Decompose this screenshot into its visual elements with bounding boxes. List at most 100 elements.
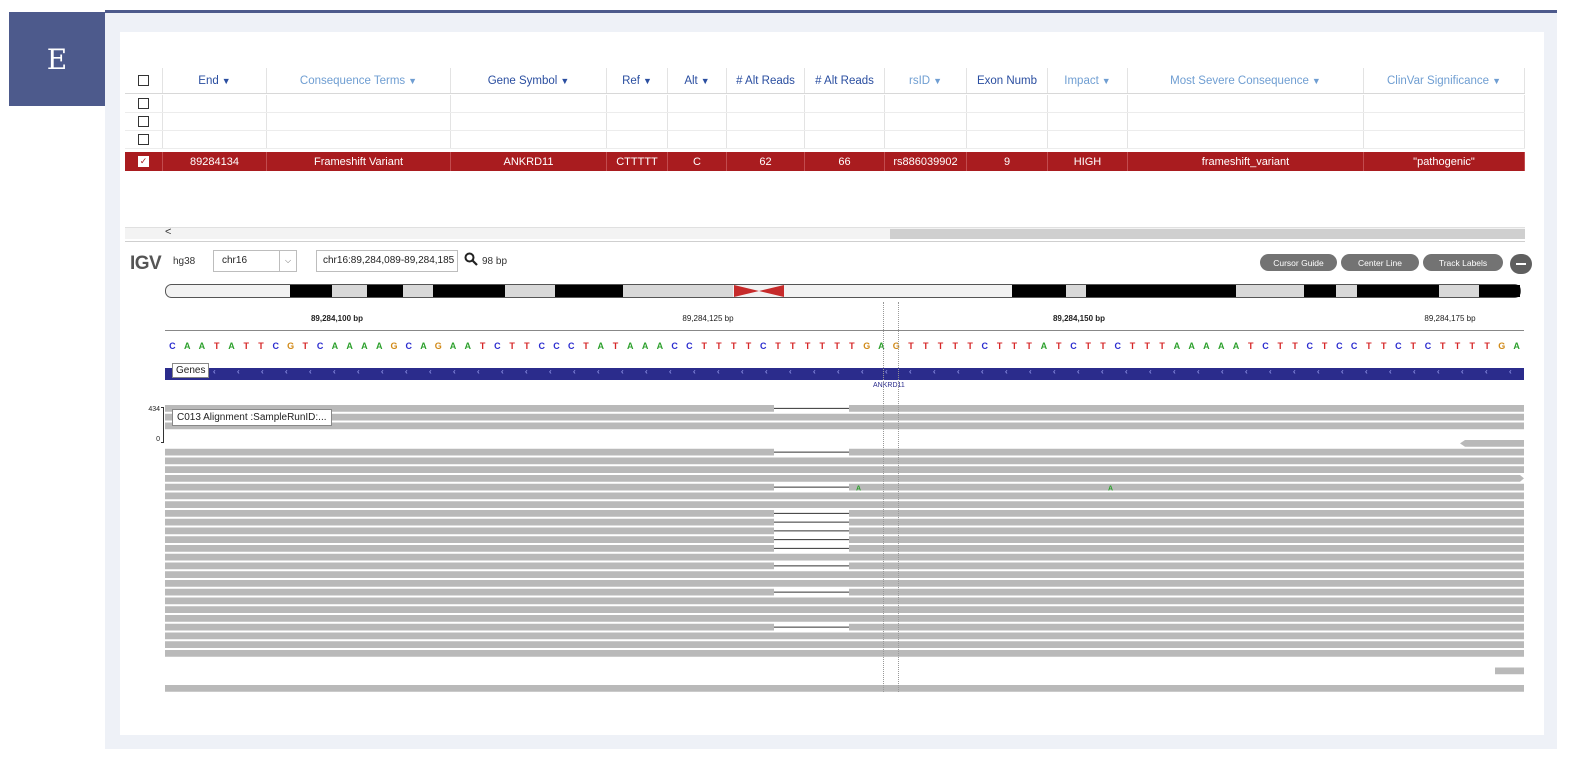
column-header[interactable]: Gene Symbol ▼ bbox=[451, 68, 607, 93]
table-row[interactable] bbox=[125, 113, 1525, 131]
coverage-bracket bbox=[161, 407, 164, 443]
search-icon[interactable] bbox=[464, 252, 478, 266]
column-header-label: Consequence Terms bbox=[299, 74, 406, 87]
filter-icon[interactable]: ▼ bbox=[1102, 76, 1111, 86]
column-header[interactable]: Most Severe Consequence ▼ bbox=[1128, 68, 1364, 93]
strand-chevron-icon: ‹ bbox=[957, 367, 960, 376]
filter-icon[interactable]: ▼ bbox=[408, 76, 417, 86]
filter-icon[interactable]: ▼ bbox=[1312, 76, 1321, 86]
table-row[interactable] bbox=[125, 131, 1525, 149]
sequence-base: T bbox=[303, 341, 309, 351]
sequence-base: T bbox=[524, 341, 530, 351]
column-header[interactable]: # Alt Reads bbox=[727, 68, 805, 93]
track-labels-button[interactable]: Track Labels bbox=[1423, 254, 1503, 271]
strand-chevron-icon: ‹ bbox=[1173, 367, 1176, 376]
zoom-out-icon[interactable] bbox=[1510, 254, 1532, 274]
ruler-tick-label: 89,284,175 bp bbox=[1424, 314, 1476, 323]
table-cell: frameshift_variant bbox=[1128, 152, 1364, 171]
cursor-guide-button[interactable]: Cursor Guide bbox=[1260, 254, 1337, 271]
sequence-base: A bbox=[465, 341, 472, 351]
center-line-button[interactable]: Center Line bbox=[1341, 254, 1419, 271]
table-cell: 66 bbox=[805, 152, 885, 171]
row-checkbox[interactable] bbox=[138, 134, 149, 145]
select-all-checkbox[interactable] bbox=[138, 75, 149, 86]
column-header[interactable]: End ▼ bbox=[163, 68, 267, 93]
sequence-base: A bbox=[199, 341, 206, 351]
aligned-read bbox=[849, 588, 1524, 596]
column-header[interactable]: Alt ▼ bbox=[668, 68, 727, 93]
column-header-label: Alt bbox=[684, 74, 698, 87]
sequence-base: T bbox=[834, 341, 840, 351]
checkbox-cell bbox=[125, 131, 163, 148]
sequence-base: T bbox=[1248, 341, 1254, 351]
strand-chevron-icon: ‹ bbox=[1221, 367, 1224, 376]
filter-icon[interactable]: ▼ bbox=[933, 76, 942, 86]
column-header[interactable]: # Alt Reads bbox=[805, 68, 885, 93]
app-content: End ▼ Consequence Terms ▼ Gene Symbol ▼ Ref ▼ Al… bbox=[120, 32, 1544, 735]
filter-icon[interactable]: ▼ bbox=[222, 76, 231, 86]
sequence-base: C bbox=[553, 341, 560, 351]
column-header[interactable]: rsID ▼ bbox=[885, 68, 967, 93]
scroll-left-icon[interactable]: < bbox=[165, 226, 171, 238]
read-row bbox=[165, 588, 1524, 596]
sequence-base: T bbox=[716, 341, 722, 351]
genes-track[interactable]: ‹ ‹ ‹ ‹ ‹ ‹ ‹ ‹ ‹ ‹ ‹ ‹ ‹ ‹ ‹ ‹ ‹ ‹ ‹ ‹ ‹ ‹ ‹ ‹ ‹ ‹ ‹ ‹ ‹ ‹ ‹ ‹ ‹ ‹ ‹ ‹ ‹ ‹ ‹ ‹… bbox=[165, 367, 1524, 380]
sequence-base: A bbox=[1218, 341, 1225, 351]
column-header[interactable]: Ref ▼ bbox=[607, 68, 668, 93]
checkbox-cell bbox=[125, 113, 163, 130]
chromosome-select[interactable]: chr16 ⌵ bbox=[213, 250, 297, 272]
aligned-read bbox=[849, 536, 1524, 543]
column-header-label: rsID bbox=[908, 74, 931, 87]
horizontal-scrollbar[interactable]: < bbox=[125, 226, 1525, 239]
strand-chevron-icon: ‹ bbox=[1293, 367, 1296, 376]
strand-chevron-icon: ‹ bbox=[1005, 367, 1008, 376]
sequence-base: G bbox=[1498, 341, 1505, 351]
sequence-base: A bbox=[642, 341, 649, 351]
column-header[interactable]: Impact ▼ bbox=[1048, 68, 1128, 93]
aligned-read bbox=[165, 448, 774, 456]
filter-icon[interactable]: ▼ bbox=[1492, 76, 1501, 86]
column-header-label: Impact bbox=[1064, 74, 1099, 87]
aligned-read bbox=[165, 553, 1524, 561]
alignment-track[interactable]: AA bbox=[165, 405, 1524, 705]
filter-icon[interactable]: ▼ bbox=[701, 76, 710, 86]
sequence-base: T bbox=[214, 341, 220, 351]
aligned-read bbox=[165, 422, 1524, 430]
read-row bbox=[165, 457, 1524, 465]
aligned-read bbox=[165, 632, 1524, 640]
column-header[interactable]: Exon Numb bbox=[967, 68, 1048, 93]
strand-chevron-icon: ‹ bbox=[405, 367, 408, 376]
row-checkbox[interactable] bbox=[138, 116, 149, 127]
strand-chevron-icon: ‹ bbox=[909, 367, 912, 376]
sequence-base: T bbox=[1100, 341, 1106, 351]
chevron-down-icon[interactable]: ⌵ bbox=[279, 251, 296, 271]
aligned-read bbox=[1495, 667, 1524, 675]
table-row-selected[interactable]: ✓ 89284134 Frameshift Variant ANKRD11 CTTTTT… bbox=[125, 152, 1525, 171]
filter-icon[interactable]: ▼ bbox=[560, 76, 569, 86]
sequence-base: C bbox=[317, 341, 324, 351]
aligned-read bbox=[849, 518, 1524, 526]
sequence-base: C bbox=[1425, 341, 1432, 351]
sequence-base: T bbox=[1440, 341, 1446, 351]
coverage-min-label: 0 bbox=[156, 436, 160, 443]
strand-chevron-icon: ‹ bbox=[1245, 367, 1248, 376]
row-checkbox[interactable]: ✓ bbox=[138, 156, 149, 167]
scrollbar-thumb[interactable] bbox=[890, 229, 1525, 239]
genome-label[interactable]: hg38 bbox=[173, 256, 195, 267]
filter-icon[interactable]: ▼ bbox=[643, 76, 652, 86]
strand-chevron-icon: ‹ bbox=[789, 367, 792, 376]
locus-search-input[interactable]: chr16:89,284,089-89,284,185 bbox=[316, 250, 458, 272]
sequence-base: T bbox=[509, 341, 515, 351]
sequence-base: C bbox=[169, 341, 176, 351]
strand-chevron-icon: ‹ bbox=[261, 367, 264, 376]
column-header[interactable]: ClinVar Significance ▼ bbox=[1364, 68, 1525, 93]
table-row[interactable] bbox=[125, 95, 1525, 113]
sequence-base: C bbox=[1336, 341, 1343, 351]
read-row bbox=[165, 553, 1524, 561]
sequence-base: C bbox=[1262, 341, 1269, 351]
chromosome-ideogram[interactable] bbox=[165, 284, 1521, 298]
aligned-read bbox=[165, 501, 1524, 508]
row-checkbox[interactable] bbox=[138, 98, 149, 109]
column-header[interactable]: Consequence Terms ▼ bbox=[267, 68, 451, 93]
read-row bbox=[165, 448, 1524, 456]
